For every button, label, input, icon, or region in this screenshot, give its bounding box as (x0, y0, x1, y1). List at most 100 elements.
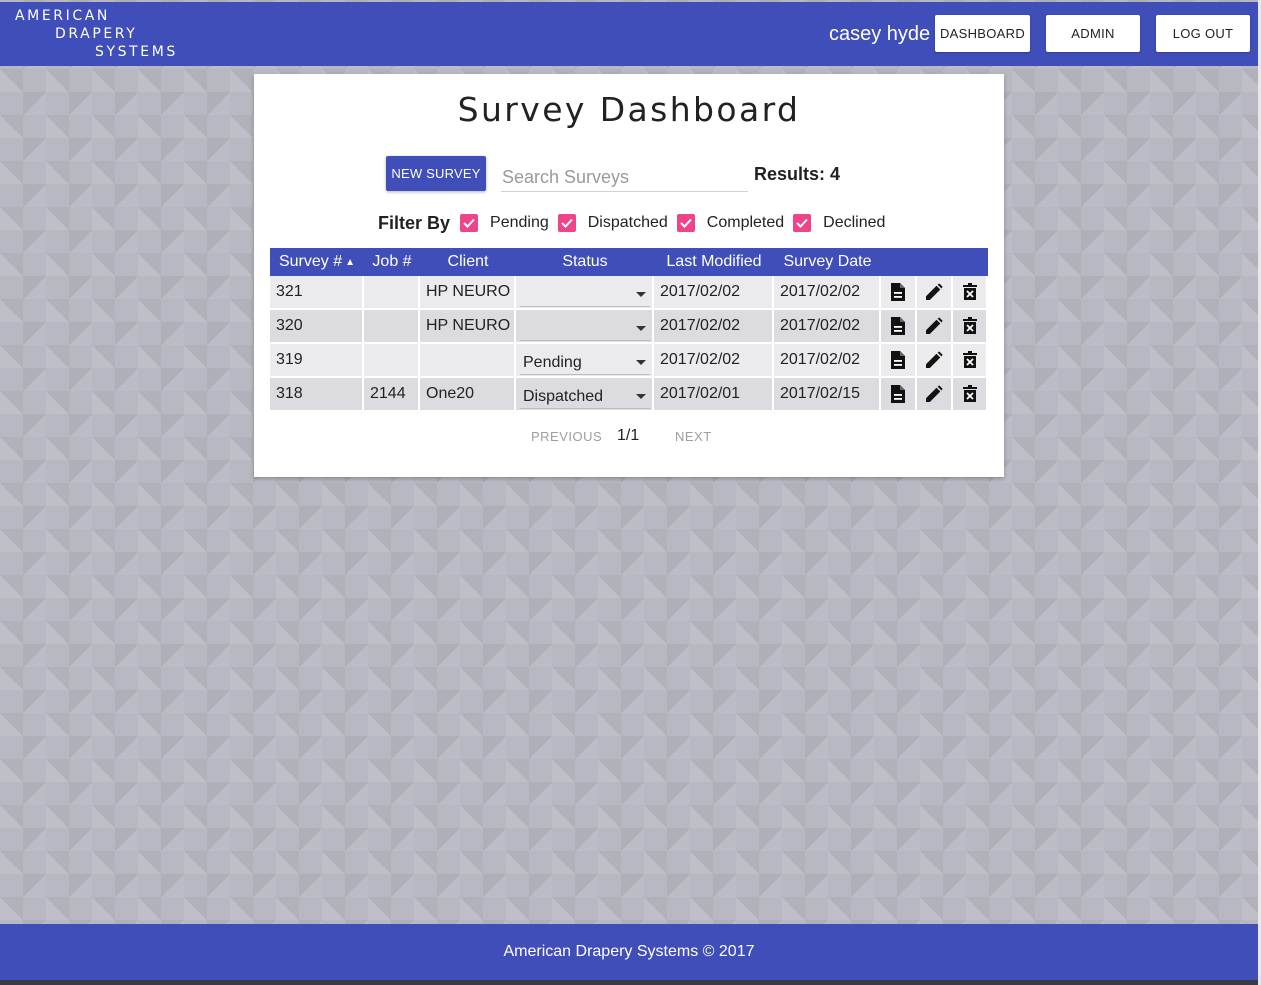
survey-number-cell: 318 (270, 378, 364, 411)
company-logo[interactable]: AMERICAN DRAPERY SYSTEMS (15, 7, 178, 61)
client-cell: HP NEURO (420, 276, 516, 309)
job-number-cell (364, 310, 420, 343)
last-modified-cell: 2017/02/01 (654, 378, 774, 411)
logo-line-2: DRAPERY (55, 26, 138, 42)
view-document-button[interactable] (881, 344, 917, 377)
delete-button[interactable] (953, 378, 988, 411)
dispatched-checkbox[interactable] (557, 214, 576, 232)
view-document-button[interactable] (881, 378, 917, 411)
column-actions-blank (917, 248, 953, 276)
column-survey-number[interactable]: Survey # ▲ (270, 248, 364, 276)
dropdown-arrow-icon (636, 360, 646, 365)
declined-checkbox[interactable] (793, 214, 812, 232)
pagination: PREVIOUS 1/1 NEXT (254, 427, 1004, 449)
job-number-cell (364, 276, 420, 309)
status-cell (516, 276, 654, 309)
footer: American Drapery Systems © 2017 (0, 924, 1258, 980)
document-icon (891, 283, 905, 301)
view-document-button[interactable] (881, 276, 917, 309)
job-number-cell: 2144 (364, 378, 420, 411)
trash-icon (962, 351, 977, 368)
survey-number-cell: 321 (270, 276, 364, 309)
dispatched-label: Dispatched (587, 214, 668, 231)
declined-label: Declined (823, 214, 886, 231)
filter-row: Filter By Pending Dispatched Completed D… (378, 211, 894, 235)
user-name: casey hyde (829, 23, 931, 45)
pencil-icon (926, 351, 943, 368)
next-page-button[interactable]: NEXT (675, 429, 712, 444)
client-cell: One20 (420, 378, 516, 411)
column-label: Survey # (278, 253, 343, 270)
page-title: Survey Dashboard (457, 90, 801, 129)
survey-number-cell: 319 (270, 344, 364, 377)
checkmark-icon (561, 218, 573, 228)
column-status[interactable]: Status (516, 248, 654, 276)
dropdown-arrow-icon (636, 394, 646, 399)
column-last-modified[interactable]: Last Modified (654, 248, 774, 276)
column-survey-date[interactable]: Survey Date (774, 248, 881, 276)
surveys-table: Survey # ▲ Job # Client Status Last Modi… (270, 248, 988, 412)
search-input[interactable] (501, 164, 748, 192)
edit-button[interactable] (917, 310, 953, 343)
table-row: 318 2144 One20 Dispatched 2017/02/01 201… (270, 378, 988, 412)
document-icon (891, 385, 905, 403)
status-cell: Dispatched (516, 378, 654, 411)
dropdown-arrow-icon (636, 326, 646, 331)
admin-button[interactable]: ADMIN (1046, 15, 1140, 52)
pencil-icon (926, 385, 943, 402)
status-value: Dispatched (523, 387, 604, 405)
top-bar: AMERICAN DRAPERY SYSTEMS casey hyde DASH… (0, 2, 1258, 66)
edit-button[interactable] (917, 344, 953, 377)
delete-button[interactable] (953, 344, 988, 377)
survey-dashboard-card: Survey Dashboard NEW SURVEY Results: 4 F… (254, 74, 1004, 477)
results-text: Results: 4 (754, 164, 841, 184)
dashboard-button[interactable]: DASHBOARD (935, 15, 1030, 52)
column-client[interactable]: Client (420, 248, 516, 276)
job-number-cell (364, 344, 420, 377)
pending-checkbox[interactable] (460, 214, 479, 232)
column-job-number[interactable]: Job # (364, 248, 420, 276)
client-cell: HP NEURO (420, 310, 516, 343)
delete-button[interactable] (953, 310, 988, 343)
dropdown-arrow-icon (636, 292, 646, 297)
delete-button[interactable] (953, 276, 988, 309)
new-survey-button[interactable]: NEW SURVEY (386, 156, 486, 191)
status-select[interactable]: Pending (520, 351, 650, 375)
logout-button[interactable]: LOG OUT (1156, 15, 1250, 52)
checkmark-icon (463, 218, 475, 228)
column-actions-blank (881, 248, 917, 276)
table-row: 319 Pending 2017/02/02 2017/02/02 (270, 344, 988, 378)
checkmark-icon (680, 218, 692, 228)
status-cell (516, 310, 654, 343)
logo-line-3: SYSTEMS (95, 44, 178, 60)
status-cell: Pending (516, 344, 654, 377)
last-modified-cell: 2017/02/02 (654, 310, 774, 343)
pending-label: Pending (490, 214, 549, 231)
edit-button[interactable] (917, 276, 953, 309)
status-select[interactable] (520, 283, 650, 307)
status-select[interactable] (520, 317, 650, 341)
column-actions-blank (953, 248, 988, 276)
edit-button[interactable] (917, 378, 953, 411)
previous-page-button[interactable]: PREVIOUS (531, 429, 602, 444)
survey-date-cell: 2017/02/02 (774, 310, 881, 343)
results-count: Results: 4 (754, 164, 840, 185)
survey-number-cell: 320 (270, 310, 364, 343)
table-header: Survey # ▲ Job # Client Status Last Modi… (270, 248, 988, 276)
logo-line-1: AMERICAN (15, 8, 110, 24)
document-icon (891, 317, 905, 335)
client-cell (420, 344, 516, 377)
page-indicator: 1/1 (617, 427, 640, 444)
survey-date-cell: 2017/02/02 (774, 276, 881, 309)
last-modified-cell: 2017/02/02 (654, 276, 774, 309)
survey-date-cell: 2017/02/02 (774, 344, 881, 377)
trash-icon (962, 317, 977, 334)
completed-label: Completed (706, 214, 785, 231)
pencil-icon (926, 283, 943, 300)
status-select[interactable]: Dispatched (520, 385, 650, 409)
table-row: 320 HP NEURO 2017/02/02 2017/02/02 (270, 310, 988, 344)
trash-icon (962, 283, 977, 300)
view-document-button[interactable] (881, 310, 917, 343)
table-row: 321 HP NEURO 2017/02/02 2017/02/02 (270, 276, 988, 310)
completed-checkbox[interactable] (676, 214, 695, 232)
